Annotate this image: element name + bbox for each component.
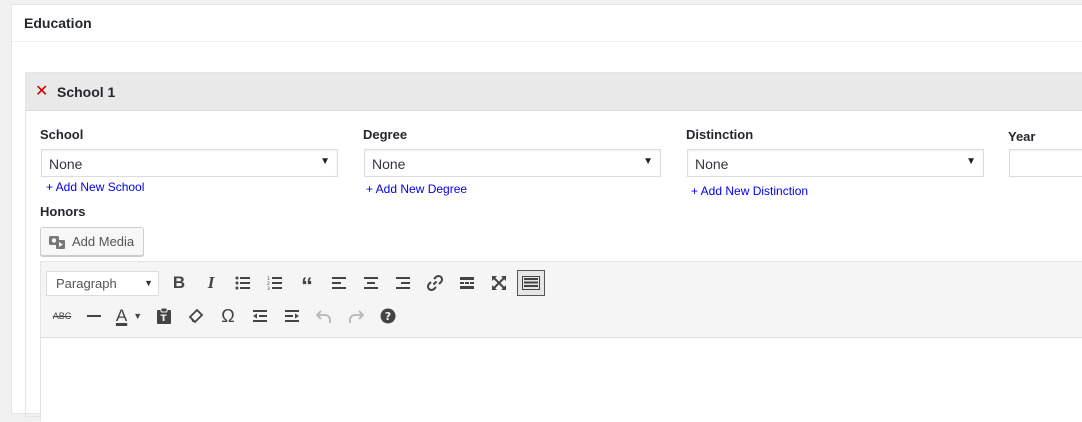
format-select[interactable]: Paragraph ▼: [46, 270, 159, 296]
add-new-degree-link[interactable]: + Add New Degree: [366, 182, 467, 196]
degree-select-value: None: [372, 156, 406, 172]
honors-editor-content[interactable]: [41, 338, 1082, 422]
toolbar-row-1: Paragraph ▼ B I 123 “: [46, 269, 545, 300]
redo-icon[interactable]: [340, 302, 372, 330]
distinction-select-value: None: [695, 156, 729, 172]
group-header: ✕ School 1: [26, 73, 1082, 111]
dropdown-arrow-icon: ▼: [144, 277, 153, 288]
distinction-label: Distinction: [686, 127, 754, 142]
special-character-icon[interactable]: Ω: [212, 302, 244, 330]
school-select-value: None: [49, 156, 83, 172]
italic-icon[interactable]: I: [195, 269, 227, 297]
svg-text:?: ?: [385, 310, 391, 323]
read-more-icon[interactable]: [451, 269, 483, 297]
numbered-list-icon[interactable]: 123: [259, 269, 291, 297]
blockquote-icon[interactable]: “: [291, 269, 323, 300]
dropdown-arrow-icon: ▼: [320, 156, 330, 167]
fullscreen-icon[interactable]: [483, 269, 515, 297]
panel-title: Education: [12, 5, 1082, 42]
add-media-label: Add Media: [72, 234, 135, 249]
clear-formatting-icon[interactable]: [180, 302, 212, 330]
dropdown-arrow-icon: ▼: [966, 156, 976, 167]
horizontal-line-icon[interactable]: [78, 302, 110, 330]
add-media-button[interactable]: Add Media: [40, 227, 144, 256]
editor-toolbar: Paragraph ▼ B I 123 “ ABC A ▼ T Ω ?: [41, 262, 1082, 338]
close-icon[interactable]: ✕: [35, 83, 53, 100]
toolbar-row-2: ABC A ▼ T Ω ?: [46, 302, 404, 330]
indent-icon[interactable]: [276, 302, 308, 330]
add-new-school-link[interactable]: + Add New School: [46, 180, 144, 194]
year-input[interactable]: [1009, 149, 1082, 177]
honors-editor: Paragraph ▼ B I 123 “ ABC A ▼ T Ω ?: [40, 261, 1082, 422]
education-panel: Education ✕ School 1 School None ▼ + Add…: [11, 4, 1082, 422]
text-color-icon[interactable]: A ▼: [110, 302, 148, 330]
undo-icon[interactable]: [308, 302, 340, 330]
year-label: Year: [1008, 129, 1036, 144]
toolbar-toggle-icon[interactable]: [517, 270, 545, 296]
add-new-distinction-link[interactable]: + Add New Distinction: [691, 184, 808, 198]
group-title: School 1: [57, 83, 116, 100]
honors-label: Honors: [40, 204, 86, 219]
strikethrough-icon[interactable]: ABC: [46, 302, 78, 330]
add-media-icon: [49, 235, 65, 249]
align-right-icon[interactable]: [387, 269, 419, 297]
bold-icon[interactable]: B: [163, 269, 195, 297]
align-left-icon[interactable]: [323, 269, 355, 297]
school-select[interactable]: None ▼: [41, 149, 338, 177]
svg-text:T: T: [161, 314, 168, 324]
school-group: ✕ School 1 School None ▼ + Add New Schoo…: [25, 72, 1082, 422]
degree-select[interactable]: None ▼: [364, 149, 661, 177]
bullet-list-icon[interactable]: [227, 269, 259, 297]
distinction-select[interactable]: None ▼: [687, 149, 984, 177]
outdent-icon[interactable]: [244, 302, 276, 330]
dropdown-arrow-icon: ▼: [643, 156, 653, 167]
paste-text-icon[interactable]: T: [148, 302, 180, 330]
align-center-icon[interactable]: [355, 269, 387, 297]
school-label: School: [40, 127, 84, 142]
svg-text:3: 3: [267, 286, 270, 290]
link-icon[interactable]: [419, 269, 451, 297]
degree-label: Degree: [363, 127, 408, 142]
help-icon[interactable]: ?: [372, 302, 404, 330]
format-select-value: Paragraph: [56, 275, 117, 291]
